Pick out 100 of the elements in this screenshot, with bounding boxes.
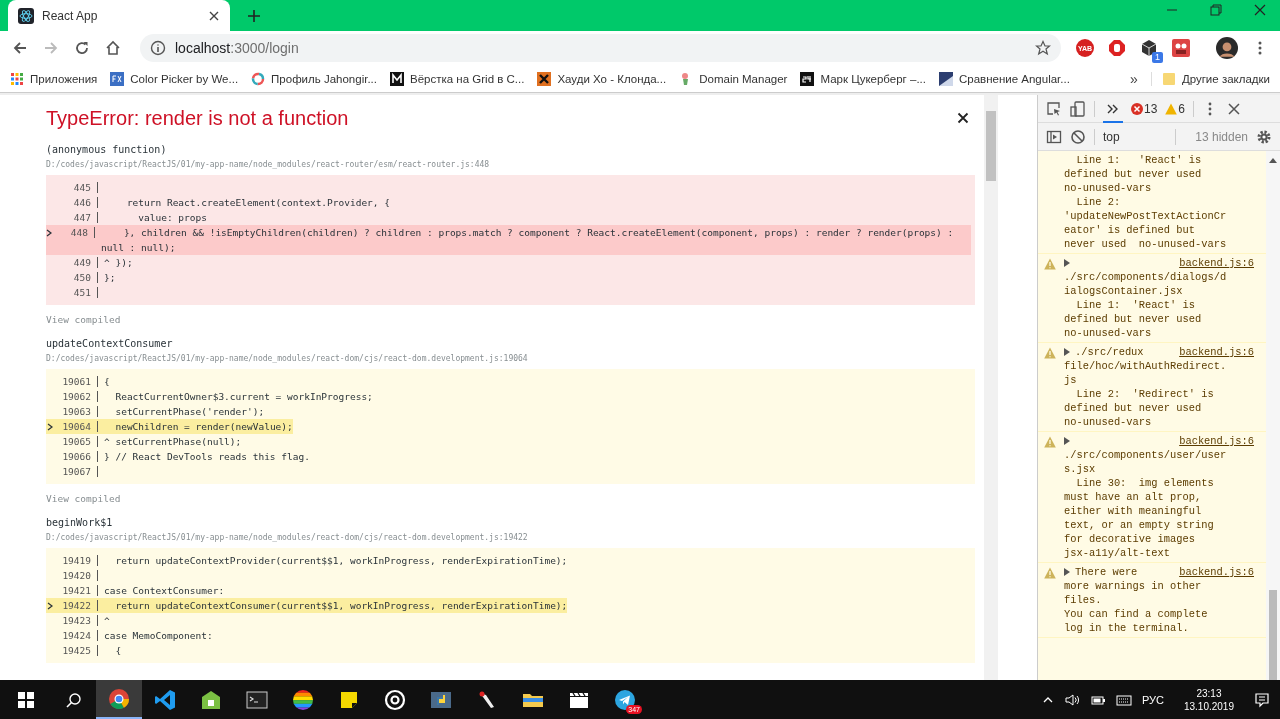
scrollbar-thumb[interactable] xyxy=(986,111,996,181)
code-line: 446 return React.createElement(context.Provider, { xyxy=(72,196,390,210)
stop-hand-icon[interactable] xyxy=(1108,39,1126,57)
windows-logo-icon[interactable] xyxy=(18,691,34,708)
bookmark[interactable]: Профиль Jahongir... xyxy=(251,71,377,86)
house-icon xyxy=(200,688,222,711)
bookmark[interactable]: Сравнение Angular... xyxy=(939,71,1070,86)
clear-console-icon[interactable] xyxy=(1070,128,1086,145)
settings-icon[interactable] xyxy=(1256,128,1272,145)
message-text: no-unused-vars xyxy=(1064,181,1153,195)
code-editor-icon xyxy=(154,688,176,711)
apps-grid-icon xyxy=(10,71,24,86)
message-text: ialogsContainer.jsx xyxy=(1064,284,1184,298)
scrollbar[interactable] xyxy=(1266,151,1280,680)
speaker-icon[interactable] xyxy=(1063,691,1080,708)
ring-icon xyxy=(251,71,266,86)
date-text: 13.10.2019 xyxy=(1183,699,1234,713)
tab-title: React App xyxy=(42,8,99,23)
code-line: 447 value: props xyxy=(72,211,207,225)
code-line: 19066 } // React DevTools reads this flag. xyxy=(61,450,310,464)
message-text: Line 2: xyxy=(1075,195,1122,209)
restore-icon[interactable] xyxy=(1210,4,1222,16)
scroll-up-icon[interactable] xyxy=(1269,157,1277,163)
address-bar[interactable]: localhost:3000/login xyxy=(140,34,1061,62)
code-line: 445 xyxy=(46,180,104,195)
view-compiled-link[interactable]: View compiled xyxy=(46,493,975,504)
back-arrow-icon[interactable] xyxy=(12,40,28,56)
disclosure-triangle-icon[interactable] xyxy=(1064,568,1070,576)
bookmark[interactable]: Вёрстка на Grid в С... xyxy=(390,71,525,86)
chevron-icon xyxy=(46,601,53,610)
close-icon[interactable] xyxy=(208,9,220,22)
disclosure-triangle-icon[interactable] xyxy=(1064,437,1070,445)
home-icon[interactable] xyxy=(105,40,121,56)
info-icon xyxy=(150,40,166,56)
file-path: D:/codes/javascript/ReactJS/01/my-app-name/node_modules/react-router/esm/react-router.js:448 xyxy=(46,159,491,171)
chrome-ball-icon xyxy=(108,687,130,710)
bookmark-label: Другие закладки xyxy=(1181,72,1270,85)
context-selector[interactable]: top xyxy=(1103,129,1167,144)
more-bookmarks-chevron[interactable]: » xyxy=(1130,70,1138,87)
device-icon[interactable] xyxy=(1070,100,1086,117)
avatar-icon[interactable] xyxy=(1216,37,1238,59)
function-name: updateContextConsumer xyxy=(46,337,174,351)
bookmark[interactable]: Приложения xyxy=(10,71,98,86)
bookmark-label: Domain Manager xyxy=(699,72,788,85)
search-icon[interactable] xyxy=(66,691,82,708)
scrollbar[interactable] xyxy=(984,95,998,680)
function-name: (anonymous function) xyxy=(46,143,168,157)
bookmark[interactable]: Хауди Хо - Клонда... xyxy=(537,71,667,86)
warning-icon xyxy=(1044,347,1056,359)
source-link[interactable]: backend.js:6 xyxy=(1179,345,1266,359)
bookmark-label: Хауди Хо - Клонда... xyxy=(557,72,667,85)
error-title: TypeError: render is not a function xyxy=(46,106,349,130)
inspect-icon[interactable] xyxy=(1046,100,1062,117)
extension-icon[interactable] xyxy=(1172,39,1190,57)
source-link[interactable]: backend.js:6 xyxy=(1179,434,1266,448)
message-text: 'updateNewPostTextActionCr xyxy=(1064,209,1228,223)
notifications-icon[interactable] xyxy=(1254,691,1270,708)
close-icon[interactable] xyxy=(1226,100,1243,117)
close-icon[interactable] xyxy=(957,112,969,124)
code-line: 19425 { xyxy=(61,644,122,658)
bookmark-folder[interactable]: Другие закладки xyxy=(1150,71,1270,86)
taskbar-app[interactable] xyxy=(96,680,142,719)
message-text: more warnings in other xyxy=(1064,579,1203,593)
bookmark[interactable]: Марк Цукерберг –... xyxy=(800,71,926,86)
warning-icon xyxy=(1044,258,1056,270)
message-text: ./src/components/dialogs/d xyxy=(1064,270,1228,284)
bookmark-label: Марк Цукерберг –... xyxy=(820,72,926,85)
view-compiled-link[interactable]: View compiled xyxy=(46,314,975,325)
message-text: ./src/redux xyxy=(1075,345,1144,359)
disclosure-triangle-icon[interactable] xyxy=(1064,259,1070,267)
message-text: Line 1: 'React' is xyxy=(1075,153,1203,167)
reload-icon[interactable] xyxy=(74,40,90,56)
source-link[interactable]: backend.js:6 xyxy=(1179,256,1266,270)
message-text: jsx-a11y/alt-text xyxy=(1064,546,1171,560)
bookmark[interactable]: Domain Manager xyxy=(679,71,788,86)
message-text: Line 2: 'Redirect' is xyxy=(1075,387,1215,401)
star-icon[interactable] xyxy=(1035,40,1051,56)
url-text: localhost:3000/login xyxy=(175,40,300,56)
sidebar-toggle-icon[interactable] xyxy=(1046,128,1062,145)
disclosure-triangle-icon[interactable] xyxy=(1064,348,1070,356)
square-icon xyxy=(800,71,815,86)
clock[interactable]: 23:13 13.10.2019 xyxy=(1183,686,1234,713)
target-icon xyxy=(384,688,406,711)
time-text: 23:13 xyxy=(1196,686,1222,700)
code-line: 19065 ^ setCurrentPhase(null); xyxy=(61,435,242,449)
code-line: 19424 case MemoComponent: xyxy=(61,629,213,643)
browser-tab[interactable]: React App xyxy=(8,0,230,31)
chevron-icon xyxy=(46,422,53,431)
scrollbar-thumb[interactable] xyxy=(1269,590,1277,680)
bookmark[interactable]: Color Picker by We... xyxy=(110,71,239,86)
language-indicator[interactable]: РУС xyxy=(1141,693,1164,706)
code-line: 19061 { xyxy=(61,375,110,389)
message-text: no-unused-vars xyxy=(1064,326,1153,340)
message-text: never used no-unused-vars xyxy=(1064,237,1228,251)
code-line: 451 xyxy=(46,285,104,300)
code-line: 19420 xyxy=(46,568,104,583)
close-icon[interactable] xyxy=(1254,4,1266,16)
source-link[interactable]: backend.js:6 xyxy=(1179,565,1266,579)
square-icon xyxy=(110,71,125,86)
plus-icon[interactable] xyxy=(246,8,262,24)
